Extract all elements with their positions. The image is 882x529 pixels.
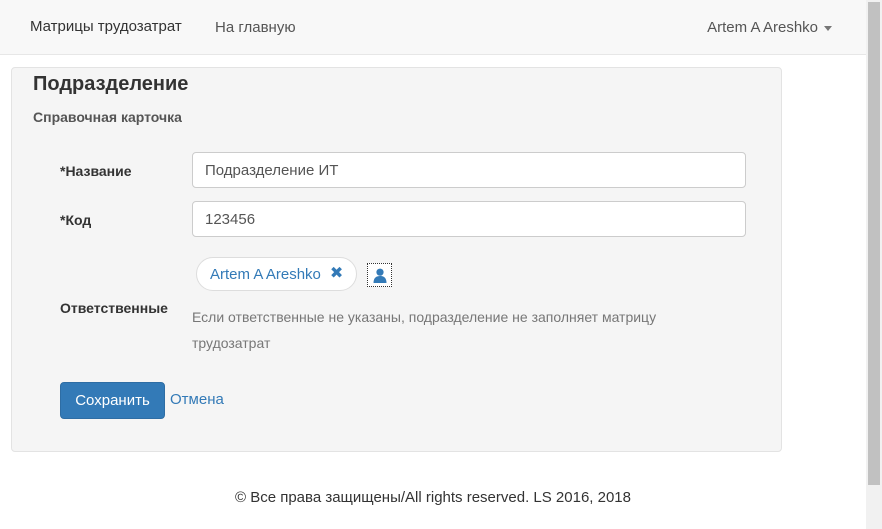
code-label: *Код	[60, 212, 92, 228]
page-title: Подразделение	[33, 73, 189, 95]
save-button[interactable]: Сохранить	[60, 382, 165, 419]
responsible-label: Ответственные	[60, 300, 168, 316]
navbar: Матрицы трудозатрат На главную Artem A A…	[0, 0, 866, 55]
scrollbar-thumb[interactable]	[868, 2, 880, 485]
footer-copyright: © Все права защищены/All rights reserved…	[234, 489, 631, 506]
navbar-brand[interactable]: Матрицы трудозатрат	[30, 18, 182, 35]
name-input[interactable]	[192, 152, 746, 188]
responsible-hint: Если ответственные не указаны, подраздел…	[192, 309, 657, 351]
department-card-panel: Подразделение Справочная карточка *Назва…	[11, 67, 782, 452]
pick-user-button[interactable]	[367, 263, 392, 287]
vertical-scrollbar[interactable]	[866, 0, 882, 529]
user-menu-label: Artem A Areshko	[707, 19, 818, 36]
caret-down-icon	[824, 26, 832, 31]
close-icon[interactable]: ✖	[330, 266, 343, 282]
responsible-tag: Artem A Areshko ✖	[196, 257, 358, 291]
code-input[interactable]	[192, 201, 746, 237]
cancel-link[interactable]: Отмена	[170, 391, 224, 408]
user-menu[interactable]: Artem A Areshko	[707, 19, 832, 36]
page-subtitle: Справочная карточка	[33, 109, 182, 125]
nav-home-link[interactable]: На главную	[215, 19, 296, 36]
responsible-tag-label: Artem A Areshko	[210, 265, 321, 283]
name-label: *Название	[60, 163, 132, 179]
user-icon	[373, 268, 386, 283]
